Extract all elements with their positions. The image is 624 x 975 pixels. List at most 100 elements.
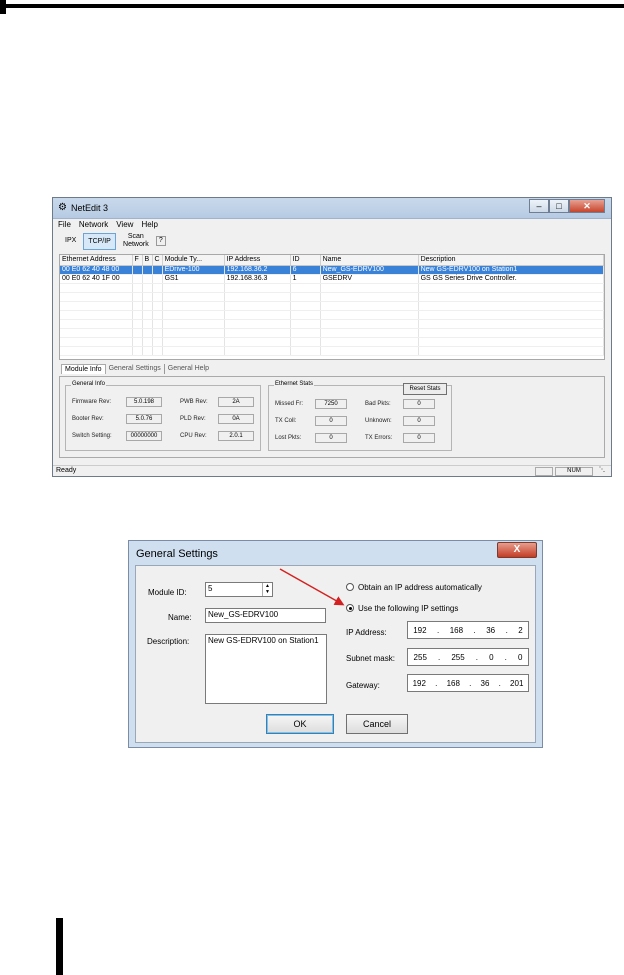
cell-ip: 192.168.36.3 (224, 274, 291, 284)
menu-help[interactable]: Help (141, 219, 157, 231)
tab-general-help[interactable]: General Help (165, 364, 212, 374)
dialog-body: Module ID: 5 ▲ ▼ Name: New_GS-EDRV100 Des… (135, 565, 536, 743)
tcpip-button[interactable]: TCP/IP (83, 232, 116, 250)
description-label: Description: (147, 637, 190, 646)
tab-strip: Module Info General Settings General Hel… (61, 364, 212, 374)
gw-octet: 36 (480, 678, 490, 688)
bad-label: Bad Pkts: (365, 401, 391, 407)
tab-general-settings[interactable]: General Settings (106, 364, 165, 374)
menu-network[interactable]: Network (79, 219, 108, 231)
cell-c (152, 274, 163, 284)
manual-ip-label[interactable]: Use the following IP settings (358, 604, 458, 613)
cell-f (132, 274, 143, 284)
netedit-titlebar: ⚙ NetEdit 3 – □ ✕ (53, 198, 611, 219)
menu-view[interactable]: View (116, 219, 133, 231)
bad-value: 0 (403, 399, 435, 409)
firmware-label: Firmware Rev: (72, 399, 112, 405)
cell-name: GSEDRV (320, 274, 419, 284)
cell-desc: GS GS Series Drive Controller. (418, 274, 604, 284)
missed-label: Missed Fr: (275, 401, 304, 407)
cell-mac: 00 E0 62 40 1F 00 (60, 274, 133, 284)
gateway-input[interactable]: 192. 168. 36. 201 (407, 674, 529, 692)
switch-value: 00000000 (126, 431, 162, 441)
cell-type: EDrive-100 (162, 265, 225, 275)
pwb-value: 2A (218, 397, 254, 407)
num-indicator: NUM (555, 467, 593, 476)
dialog-close-button[interactable]: X (497, 542, 537, 558)
cpu-label: CPU Rev: (180, 433, 207, 439)
name-label: Name: (168, 613, 192, 622)
missed-value: 7250 (315, 399, 347, 409)
ethernet-stats-group: Ethernet Stats Reset Stats Missed Fr: 72… (268, 381, 452, 451)
close-button[interactable]: ✕ (569, 199, 605, 213)
tab-module-info[interactable]: Module Info (61, 364, 106, 374)
col-description[interactable]: Description (418, 255, 604, 266)
window-title: NetEdit 3 (71, 203, 109, 213)
ethernet-stats-title: Ethernet Stats (274, 381, 315, 387)
booter-label: Booter Rev: (72, 416, 104, 422)
netedit-window: ⚙ NetEdit 3 – □ ✕ File Network View Help… (52, 197, 612, 477)
general-info-group: General Info Firmware Rev: 5.0.198 Boote… (65, 381, 261, 451)
col-c[interactable]: C (152, 255, 163, 266)
cell-c (152, 265, 163, 275)
ipx-button[interactable]: IPX (61, 236, 80, 246)
col-module-type[interactable]: Module Ty... (162, 255, 225, 266)
help-icon[interactable]: ? (155, 236, 166, 246)
cpu-value: 2.0.1 (218, 431, 254, 441)
general-info-title: General Info (71, 381, 107, 387)
mask-octet: 0 (489, 652, 494, 662)
menu-bar: File Network View Help (53, 219, 611, 231)
table-row[interactable]: 00 E0 62 40 48 00 EDrive-100 192.168.36.… (60, 265, 604, 275)
gw-octet: 201 (510, 678, 524, 688)
ip-octet: 36 (486, 625, 496, 635)
menu-file[interactable]: File (58, 219, 71, 231)
mask-octet: 255 (413, 652, 427, 662)
cell-b (142, 265, 153, 275)
txerr-label: TX Errors: (365, 435, 393, 441)
col-ethernet-address[interactable]: Ethernet Address (60, 255, 133, 266)
cell-id: 6 (290, 265, 321, 275)
unknown-label: Unknown: (365, 418, 392, 424)
page-side-mark (56, 918, 63, 975)
table-row[interactable]: 00 E0 62 40 1F 00 GS1 192.168.36.3 1 GSE… (60, 274, 604, 284)
col-id[interactable]: ID (290, 255, 321, 266)
switch-label: Switch Setting: (72, 433, 112, 439)
firmware-value: 5.0.198 (126, 397, 162, 407)
ip-octet: 2 (518, 625, 523, 635)
maximize-button[interactable]: □ (549, 199, 569, 213)
col-name[interactable]: Name (320, 255, 419, 266)
ip-address-label: IP Address: (346, 628, 387, 637)
pld-value: 0A (218, 414, 254, 424)
module-id-label: Module ID: (148, 588, 187, 597)
scan-network-button[interactable]: Scan Network (119, 232, 153, 250)
description-textarea[interactable]: New GS-EDRV100 on Station1 (205, 634, 327, 704)
ok-button[interactable]: OK (266, 714, 334, 734)
reset-stats-button[interactable]: Reset Stats (403, 383, 447, 395)
auto-ip-label[interactable]: Obtain an IP address automatically (358, 583, 482, 592)
resize-grip-icon[interactable]: ⋱ (595, 467, 609, 476)
red-arrow-icon (279, 568, 345, 606)
minimize-button[interactable]: – (529, 199, 549, 213)
pwb-label: PWB Rev: (180, 399, 208, 405)
app-icon: ⚙ (58, 202, 67, 213)
module-list[interactable]: Ethernet Address F B C Module Ty... IP A… (59, 254, 605, 360)
cell-desc: New GS-EDRV100 on Station1 (418, 265, 604, 275)
general-settings-dialog: General Settings X Module ID: 5 ▲ ▼ Name:… (128, 540, 543, 748)
cancel-button[interactable]: Cancel (346, 714, 408, 734)
unknown-value: 0 (403, 416, 435, 426)
name-input[interactable]: New_GS-EDRV100 (205, 608, 326, 623)
cell-f (132, 265, 143, 275)
spin-arrows-icon[interactable]: ▲ ▼ (262, 583, 272, 596)
cell-type: GS1 (162, 274, 225, 284)
ip-address-input[interactable]: 192. 168. 36. 2 (407, 621, 529, 639)
txcoll-label: TX Coll: (275, 418, 297, 424)
subnet-mask-input[interactable]: 255. 255. 0. 0 (407, 648, 529, 666)
status-bar: Ready NUM ⋱ (53, 465, 611, 476)
dialog-title: General Settings (136, 548, 218, 560)
lost-label: Lost Pkts: (275, 435, 302, 441)
cell-b (142, 274, 153, 284)
module-id-spinner[interactable]: 5 ▲ ▼ (205, 582, 273, 597)
col-ip-address[interactable]: IP Address (224, 255, 291, 266)
col-f[interactable]: F (132, 255, 143, 266)
col-b[interactable]: B (142, 255, 153, 266)
